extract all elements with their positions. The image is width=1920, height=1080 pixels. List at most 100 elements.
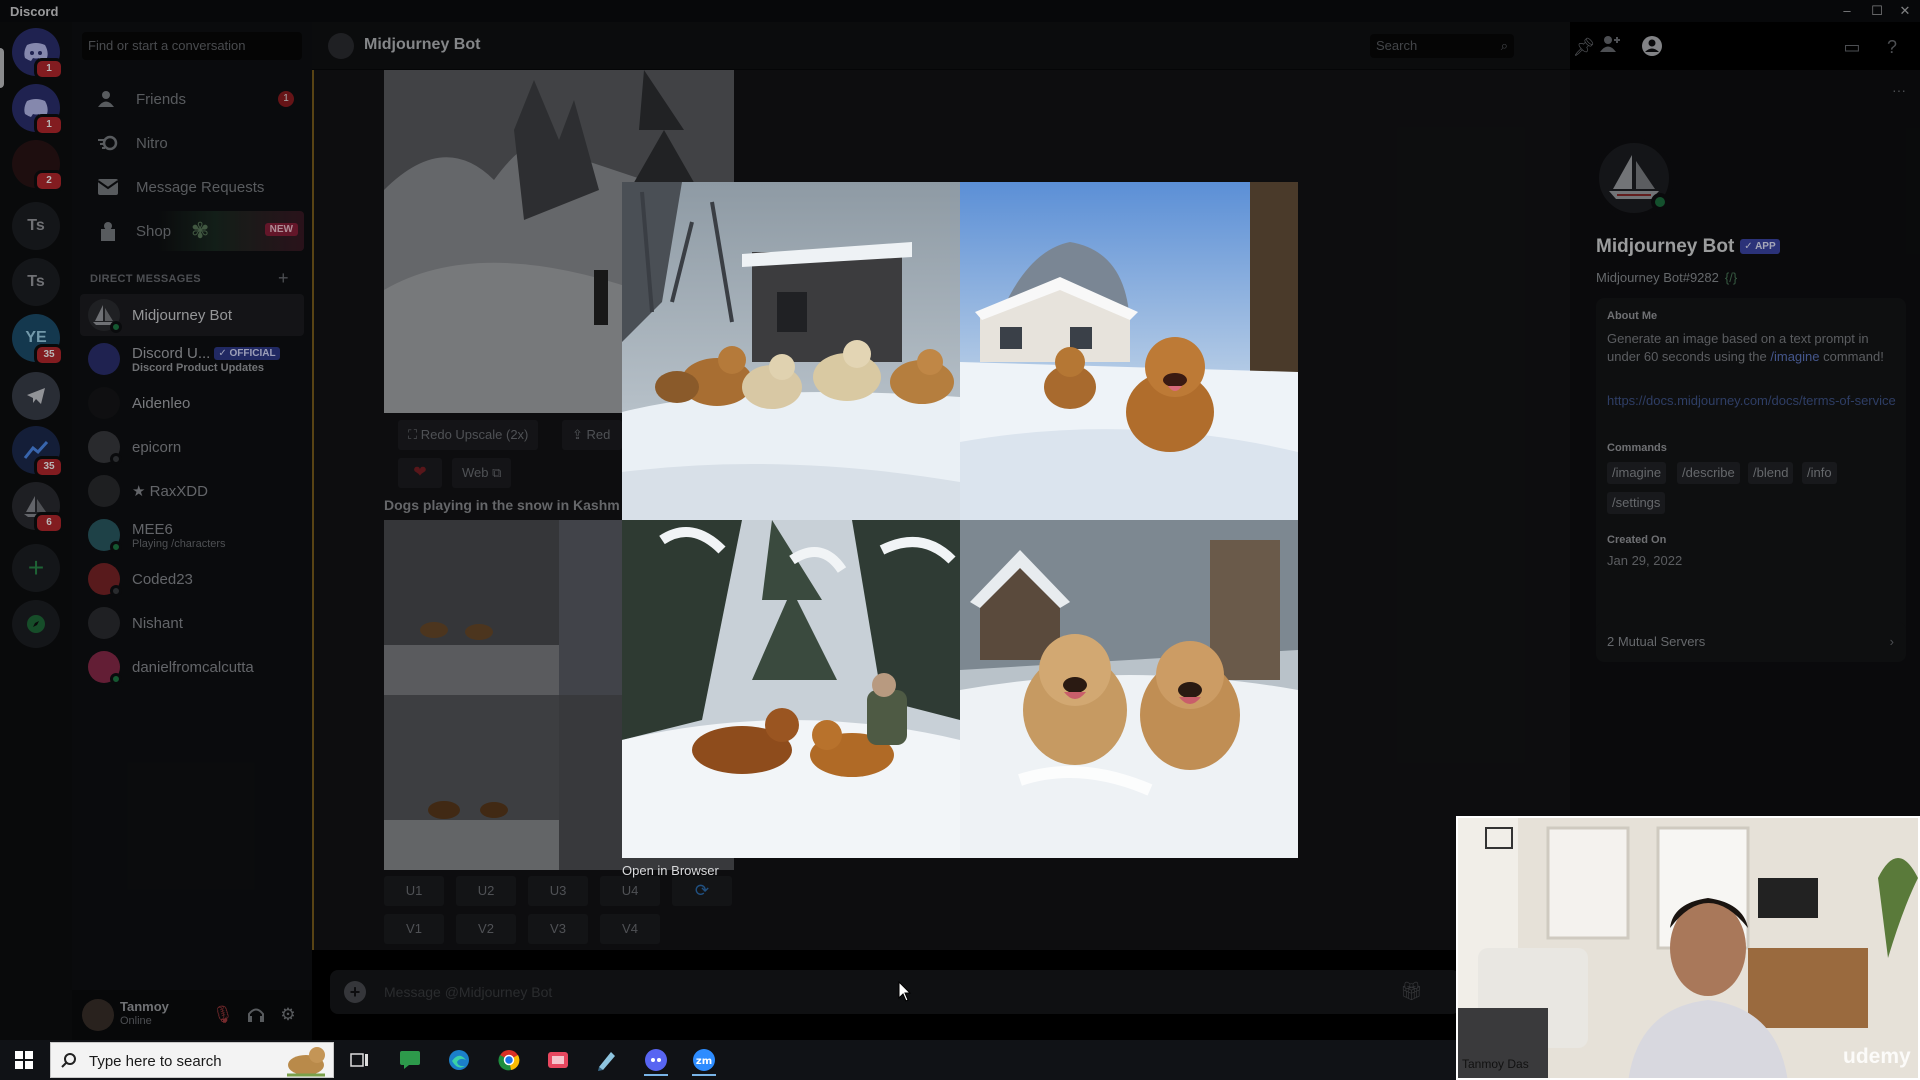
- dm-midjourney-bot[interactable]: Midjourney Bot: [80, 294, 304, 336]
- gift-icon[interactable]: 🎁︎: [1400, 981, 1423, 1002]
- u3-button[interactable]: U3: [528, 876, 588, 906]
- server-ts-2[interactable]: Ts: [12, 258, 60, 306]
- search-icon: [61, 1053, 76, 1068]
- minimize-button[interactable]: –: [1836, 2, 1858, 20]
- mutual-servers-button[interactable]: 2 Mutual Servers ›: [1596, 622, 1906, 662]
- discord-taskbar-icon[interactable]: [640, 1044, 672, 1076]
- heart-reaction-button[interactable]: ❤: [398, 458, 442, 488]
- redo-button[interactable]: ⇪ Red: [562, 420, 622, 450]
- server-ye[interactable]: YE 35: [12, 314, 64, 366]
- v4-button[interactable]: V4: [600, 914, 660, 944]
- chat-app-icon[interactable]: [394, 1044, 426, 1076]
- udemy-watermark: udemy: [1843, 1045, 1911, 1068]
- lightbox-image[interactable]: [622, 182, 1298, 858]
- dm-coded23[interactable]: Coded23: [80, 558, 304, 600]
- server-telegram[interactable]: [12, 372, 60, 420]
- command-settings[interactable]: /settings: [1607, 492, 1666, 514]
- notes-app-icon[interactable]: [591, 1044, 623, 1076]
- u2-button[interactable]: U2: [456, 876, 516, 906]
- windows-icon: [15, 1051, 33, 1069]
- web-button[interactable]: Web ⧉: [452, 458, 512, 488]
- avatar: [88, 519, 122, 553]
- dm-name: Aidenleo: [132, 394, 191, 412]
- create-dm-button[interactable]: +: [278, 268, 289, 289]
- server-discord[interactable]: 1: [12, 84, 64, 136]
- command-blend[interactable]: /blend: [1748, 462, 1794, 484]
- avatar: [88, 343, 120, 375]
- upload-plus-icon[interactable]: +: [344, 981, 366, 1003]
- media-app-icon[interactable]: [542, 1044, 574, 1076]
- find-conversation-input[interactable]: Find or start a conversation: [82, 32, 302, 60]
- v3-button[interactable]: V3: [528, 914, 588, 944]
- add-server-button[interactable]: +: [12, 544, 60, 592]
- dm-name: danielfromcalcutta: [132, 658, 254, 676]
- mute-mic-icon[interactable]: 🎙︎: [212, 1005, 234, 1025]
- home-button[interactable]: 1: [12, 28, 64, 80]
- imagine-link[interactable]: /imagine: [1770, 349, 1819, 364]
- add-friend-icon[interactable]: [1598, 35, 1622, 59]
- server-badge: 35: [34, 344, 64, 366]
- friends-icon: [92, 87, 124, 111]
- server-badge: 1: [34, 114, 64, 136]
- start-button[interactable]: [8, 1044, 40, 1076]
- command-imagine[interactable]: /imagine: [1607, 462, 1667, 484]
- header-search-input[interactable]: Search ⌕: [1370, 34, 1514, 58]
- docs-link[interactable]: https://docs.midjourney.com/docs/terms-o…: [1607, 392, 1897, 410]
- nav-message-requests[interactable]: Message Requests: [80, 167, 304, 207]
- dm-danielfromcalcutta[interactable]: danielfromcalcutta: [80, 646, 304, 688]
- v1-button[interactable]: V1: [384, 914, 444, 944]
- command-info[interactable]: /info: [1802, 462, 1837, 484]
- compass-icon: [27, 615, 45, 633]
- copy-icon[interactable]: {/}: [1725, 270, 1737, 285]
- dm-name: Coded23: [132, 570, 193, 588]
- nav-shop[interactable]: Shop ✾ NEW: [80, 211, 304, 251]
- commands-header: Commands: [1607, 442, 1667, 454]
- dm-aidenleo[interactable]: Aidenleo: [80, 382, 304, 424]
- server-ts-1[interactable]: Ts: [12, 202, 60, 250]
- pin-icon[interactable]: 📌︎: [1572, 35, 1596, 59]
- created-header: Created On: [1607, 534, 1667, 546]
- user-avatar[interactable]: [82, 999, 114, 1031]
- v2-button[interactable]: V2: [456, 914, 516, 944]
- dm-discord-updates[interactable]: Discord U... ✓ OFFICIAL Discord Product U…: [80, 338, 304, 380]
- dm-epicorn[interactable]: epicorn: [80, 426, 304, 468]
- help-icon[interactable]: ?: [1880, 35, 1904, 59]
- profile-avatar: [1594, 138, 1674, 218]
- maximize-button[interactable]: ☐: [1866, 2, 1888, 20]
- nav-friends[interactable]: Friends 1: [80, 79, 304, 119]
- redo-upscale-button[interactable]: ⛶ Redo Upscale (2x): [398, 420, 539, 450]
- explore-servers-button[interactable]: [12, 600, 60, 648]
- nav-nitro[interactable]: Nitro: [80, 123, 304, 163]
- headphones-icon[interactable]: [246, 1005, 266, 1025]
- server-midjourney[interactable]: 6: [12, 482, 64, 534]
- more-options-icon[interactable]: ···: [1892, 82, 1906, 98]
- dm-mee6[interactable]: MEE6 Playing /characters: [80, 514, 304, 556]
- open-in-browser-link[interactable]: Open in Browser: [622, 863, 719, 878]
- dm-raxxdd[interactable]: ★ RaxXDD: [80, 470, 304, 512]
- u4-button[interactable]: U4: [600, 876, 660, 906]
- dogs-running-snow-image: [622, 182, 960, 520]
- nitro-icon: [92, 131, 124, 155]
- webcam-name: Tanmoy Das: [1462, 1057, 1529, 1071]
- edge-icon[interactable]: [443, 1044, 475, 1076]
- message-composer[interactable]: + Message @Midjourney Bot 🎁︎: [330, 970, 1460, 1014]
- message-input[interactable]: Message @Midjourney Bot: [384, 984, 552, 1000]
- svg-text:zm: zm: [696, 1056, 712, 1067]
- user-profile-icon[interactable]: [1640, 35, 1664, 59]
- close-button[interactable]: ✕: [1894, 2, 1916, 20]
- zoom-icon[interactable]: zm: [688, 1044, 720, 1076]
- reroll-button[interactable]: ⟳: [672, 876, 732, 906]
- server-avatar[interactable]: 2: [12, 140, 64, 192]
- settings-gear-icon[interactable]: ⚙: [278, 1005, 298, 1025]
- active-app-underline: [644, 1074, 668, 1076]
- user-name: Tanmoy: [120, 999, 169, 1014]
- taskbar-search-input[interactable]: Type here to search: [50, 1042, 334, 1078]
- dm-nishant[interactable]: Nishant: [80, 602, 304, 644]
- task-view-icon[interactable]: [344, 1044, 376, 1076]
- u1-button[interactable]: U1: [384, 876, 444, 906]
- inbox-icon[interactable]: ▭: [1840, 35, 1864, 59]
- mention-accent-bar: [312, 70, 314, 950]
- command-describe[interactable]: /describe: [1677, 462, 1740, 484]
- server-chart[interactable]: 35: [12, 426, 64, 478]
- chrome-icon[interactable]: [493, 1044, 525, 1076]
